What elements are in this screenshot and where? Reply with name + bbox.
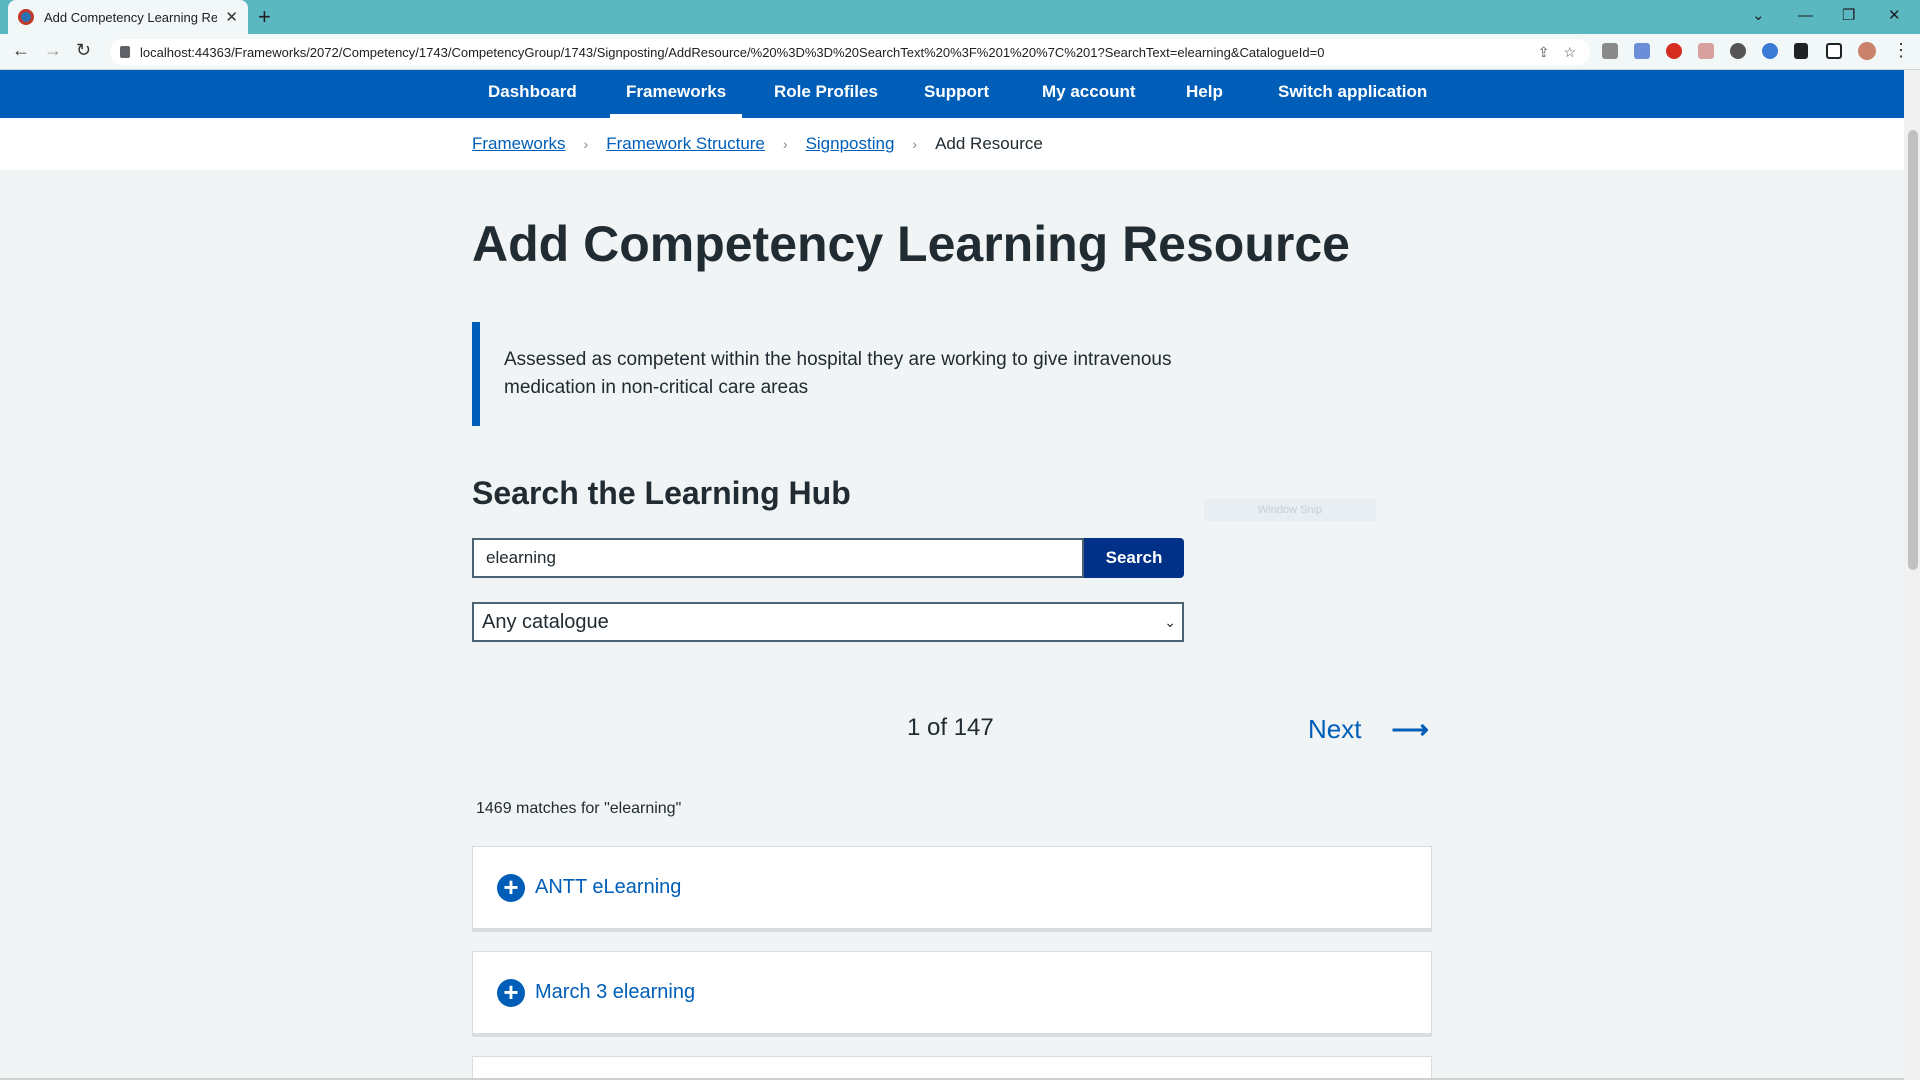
breadcrumb-signposting[interactable]: Signposting <box>806 134 895 154</box>
close-window-icon[interactable]: ✕ <box>1888 0 1901 30</box>
restore-icon[interactable]: ❐ <box>1842 0 1855 30</box>
chevron-down-icon: ⌄ <box>1164 614 1176 630</box>
share-icon[interactable]: ⇪ <box>1538 44 1550 61</box>
result-title: ANTT eLearning <box>535 876 682 898</box>
result-item[interactable]: + ANTT eLearning <box>472 846 1432 932</box>
site-navigation: Dashboard Frameworks Role Profiles Suppo… <box>0 70 1904 118</box>
page-indicator: 1 of 147 <box>907 714 994 741</box>
side-panel-icon[interactable] <box>1826 43 1842 59</box>
minimize-icon[interactable]: — <box>1798 0 1813 30</box>
chevron-right-icon: › <box>912 136 918 152</box>
results-summary: 1469 matches for "elearning" <box>476 800 682 817</box>
browser-tab-bar: Add Competency Learning Resou ✕ + ⌄ — ❐ … <box>0 0 1920 34</box>
page-title: Add Competency Learning Resource <box>472 216 1350 272</box>
lock-icon <box>120 46 130 58</box>
result-item[interactable] <box>472 1056 1432 1080</box>
page-scrollbar[interactable] <box>1904 70 1920 1080</box>
browser-menu-icon[interactable]: ⋮ <box>1892 40 1910 61</box>
breadcrumb-frameworks[interactable]: Frameworks <box>472 134 566 154</box>
tab-search-chevron-icon[interactable]: ⌄ <box>1752 0 1765 30</box>
tab-title: Add Competency Learning Resou <box>44 9 218 25</box>
breadcrumb-bar: Frameworks › Framework Structure › Signp… <box>0 118 1904 170</box>
catalogue-select-value: Any catalogue <box>482 611 609 633</box>
breadcrumb: Frameworks › Framework Structure › Signp… <box>472 134 1043 154</box>
scrollbar-thumb[interactable] <box>1908 130 1918 570</box>
profile-avatar[interactable] <box>1858 42 1876 60</box>
next-label: Next <box>1308 714 1362 744</box>
nav-help[interactable]: Help <box>1170 70 1239 118</box>
nav-role-profiles[interactable]: Role Profiles <box>758 70 894 118</box>
bookmark-star-icon[interactable]: ☆ <box>1563 44 1576 61</box>
chevron-right-icon: › <box>782 136 788 152</box>
browser-toolbar: ← → ↻ localhost:44363/Frameworks/2072/Co… <box>0 34 1920 70</box>
search-heading: Search the Learning Hub <box>472 475 851 511</box>
browser-tab[interactable]: Add Competency Learning Resou ✕ <box>8 0 248 34</box>
extension-icon[interactable] <box>1698 43 1714 59</box>
window-snip-overlay: Window Snip <box>1204 499 1376 521</box>
plus-circle-icon: + <box>497 873 525 902</box>
breadcrumb-framework-structure[interactable]: Framework Structure <box>606 134 765 154</box>
breadcrumb-current: Add Resource <box>935 134 1043 153</box>
forward-icon[interactable]: → <box>44 40 62 61</box>
chevron-right-icon: › <box>583 136 589 152</box>
url-text: localhost:44363/Frameworks/2072/Competen… <box>140 44 1325 60</box>
wordpress-extension-icon[interactable] <box>1730 43 1746 59</box>
next-page-link[interactable]: Next ⟶ <box>1308 714 1429 745</box>
extension-icon[interactable] <box>1762 43 1778 59</box>
nav-switch-application[interactable]: Switch application <box>1262 70 1443 118</box>
back-icon[interactable]: ← <box>12 40 30 61</box>
search-input[interactable]: elearning <box>472 538 1084 578</box>
result-title: March 3 elearning <box>535 981 696 1003</box>
extension-icon[interactable] <box>1602 43 1618 59</box>
site-favicon-icon <box>18 9 34 25</box>
result-item[interactable]: + March 3 elearning <box>472 951 1432 1037</box>
nav-dashboard[interactable]: Dashboard <box>472 70 593 118</box>
puzzle-extensions-icon[interactable] <box>1794 43 1808 59</box>
arrow-right-icon: ⟶ <box>1391 714 1429 744</box>
address-bar[interactable]: localhost:44363/Frameworks/2072/Competen… <box>110 39 1590 65</box>
plus-circle-icon: + <box>497 978 525 1007</box>
search-button[interactable]: Search <box>1084 538 1184 578</box>
nav-frameworks[interactable]: Frameworks <box>610 70 743 118</box>
close-tab-icon[interactable]: ✕ <box>225 8 238 26</box>
competency-inset-text: Assessed as competent within the hospita… <box>472 322 1192 426</box>
nav-my-account[interactable]: My account <box>1026 70 1152 118</box>
reload-icon[interactable]: ↻ <box>76 40 91 61</box>
catalogue-select[interactable]: Any catalogue ⌄ <box>472 602 1184 642</box>
nav-support[interactable]: Support <box>908 70 1005 118</box>
extension-icon[interactable] <box>1666 43 1682 59</box>
extension-icon[interactable] <box>1634 43 1650 59</box>
new-tab-icon[interactable]: + <box>258 4 271 30</box>
